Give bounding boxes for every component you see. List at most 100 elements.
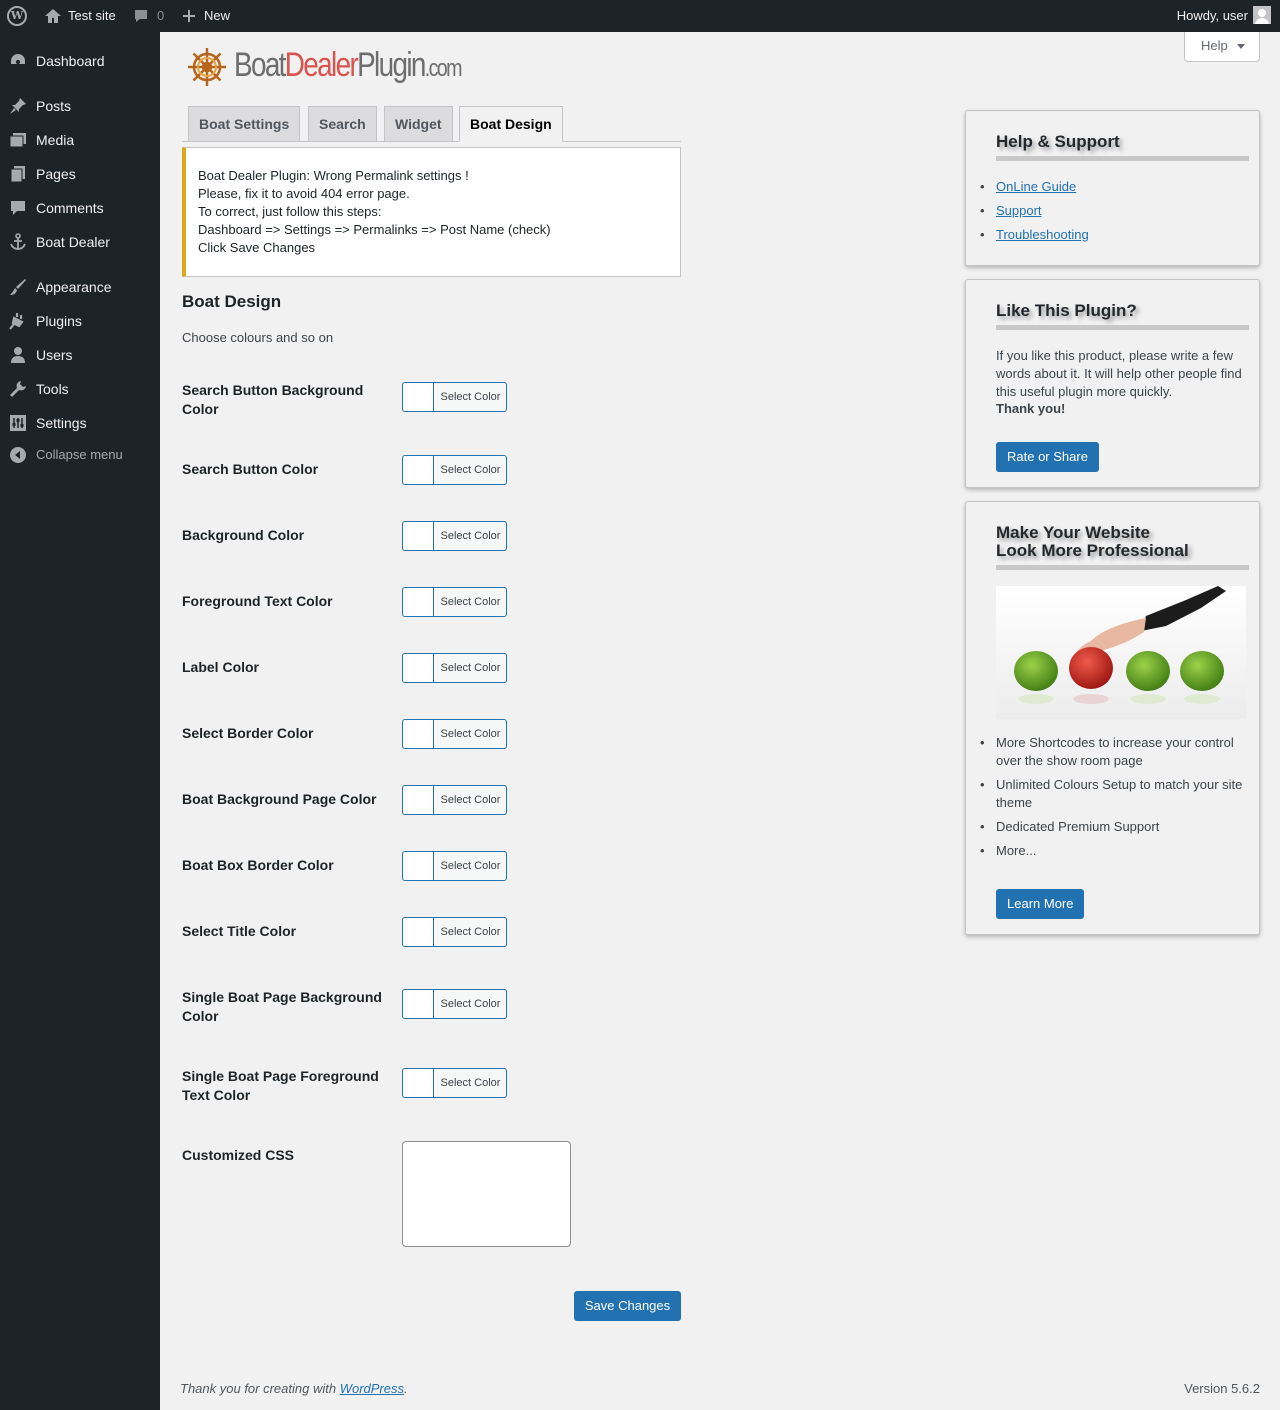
- media-icon: [9, 133, 26, 148]
- color-picker-button[interactable]: Select Color: [402, 382, 507, 412]
- troubleshooting-link[interactable]: Troubleshooting: [996, 227, 1089, 242]
- divider: [996, 565, 1249, 570]
- field-label: Single Boat Page Foreground Text Color: [182, 1068, 379, 1103]
- dashboard-icon: [11, 54, 25, 64]
- menu-item-boat-dealer[interactable]: Boat Dealer: [0, 225, 160, 259]
- color-swatch: [403, 522, 434, 550]
- menu-item-media[interactable]: Media: [0, 123, 160, 157]
- color-picker-button[interactable]: Select Color: [402, 587, 507, 617]
- wordpress-link[interactable]: WordPress: [340, 1381, 404, 1396]
- menu-item-tools[interactable]: Tools: [0, 372, 160, 406]
- color-picker-button[interactable]: Select Color: [402, 719, 507, 749]
- anchor-icon: [10, 233, 26, 250]
- footer-thanks: Thank you for creating with WordPress.: [180, 1381, 408, 1396]
- footer-version: Version 5.6.2: [1184, 1381, 1260, 1396]
- feature-item: More Shortcodes to increase your control…: [980, 734, 1251, 770]
- comment-icon: [11, 201, 25, 215]
- wordpress-logo-icon[interactable]: [7, 6, 27, 26]
- pro-upsell-box: Make Your Website Look More Professional …: [965, 501, 1260, 935]
- pro-title: Make Your Website Look More Professional: [996, 523, 1189, 560]
- color-picker-button[interactable]: Select Color: [402, 455, 507, 485]
- field-label: Foreground Text Color: [182, 593, 333, 609]
- menu-item-users[interactable]: Users: [0, 338, 160, 372]
- color-picker-button[interactable]: Select Color: [402, 1068, 507, 1098]
- wrench-icon: [10, 381, 26, 397]
- color-swatch: [403, 456, 434, 484]
- color-swatch: [403, 654, 434, 682]
- menu-item-pages[interactable]: Pages: [0, 157, 160, 191]
- nav-tabs: Boat Settings Search Widget Boat Design: [182, 106, 681, 142]
- admin-menu: Dashboard Posts Media Pages Comments Boa…: [0, 32, 160, 1410]
- color-swatch: [403, 588, 434, 616]
- customized-css-textarea[interactable]: [402, 1141, 571, 1247]
- boat-dealer-logo: BoatDealerPlugin.com: [186, 44, 496, 92]
- avatar[interactable]: [1253, 6, 1271, 24]
- menu-item-comments[interactable]: Comments: [0, 191, 160, 225]
- color-swatch: [403, 1069, 434, 1097]
- learn-more-button[interactable]: Learn More: [996, 889, 1085, 919]
- color-picker-button[interactable]: Select Color: [402, 521, 507, 551]
- field-label: Label Color: [182, 659, 260, 675]
- pages-icon: [10, 166, 25, 183]
- help-tab-button[interactable]: Help: [1184, 32, 1260, 62]
- tab-boat-design[interactable]: Boat Design: [459, 106, 563, 142]
- comment-count: 0: [157, 8, 165, 23]
- save-changes-button[interactable]: Save Changes: [574, 1291, 681, 1321]
- like-plugin-title: Like This Plugin?: [996, 301, 1137, 320]
- section-title: Boat Design: [182, 292, 282, 311]
- menu-item-settings[interactable]: Settings: [0, 406, 160, 440]
- pin-icon: [10, 98, 26, 114]
- feature-item: Dedicated Premium Support: [980, 818, 1251, 836]
- field-label: Select Title Color: [182, 923, 297, 939]
- color-swatch: [403, 720, 434, 748]
- color-picker-button[interactable]: Select Color: [402, 989, 507, 1019]
- color-swatch: [403, 918, 434, 946]
- tab-boat-settings[interactable]: Boat Settings: [188, 106, 301, 142]
- rate-or-share-button[interactable]: Rate or Share: [996, 442, 1099, 472]
- field-label: Boat Box Border Color: [182, 857, 334, 873]
- feature-item: Unlimited Colours Setup to match your si…: [980, 776, 1251, 812]
- color-swatch: [403, 786, 434, 814]
- permalink-warning-notice: Boat Dealer Plugin: Wrong Permalink sett…: [182, 147, 681, 277]
- color-picker-button[interactable]: Select Color: [402, 653, 507, 683]
- pro-features-list: More Shortcodes to increase your control…: [980, 734, 1251, 860]
- feature-item: More...: [980, 842, 1251, 860]
- thank-you-text: Thank you!: [996, 401, 1066, 416]
- color-swatch: [403, 990, 434, 1018]
- home-icon: [45, 9, 61, 23]
- field-label: Boat Background Page Color: [182, 791, 377, 807]
- comment-bubble-icon: [135, 10, 147, 22]
- field-label: Single Boat Page Background Color: [182, 989, 382, 1024]
- admin-bar: Test site 0 New Howdy, user: [0, 0, 1280, 32]
- color-swatch: [403, 383, 434, 411]
- support-link[interactable]: Support: [996, 203, 1042, 218]
- tab-widget[interactable]: Widget: [384, 106, 453, 142]
- field-label: Search Button Color: [182, 461, 319, 477]
- menu-item-appearance[interactable]: Appearance: [0, 270, 160, 304]
- menu-item-dashboard[interactable]: Dashboard: [0, 44, 160, 78]
- field-label: Search Button Background Color: [182, 382, 364, 417]
- field-label: Background Color: [182, 527, 305, 543]
- plus-icon: [183, 10, 195, 22]
- section-description: Choose colours and so on: [182, 330, 334, 345]
- color-swatch: [403, 852, 434, 880]
- ship-wheel-icon: [188, 48, 226, 86]
- color-picker-button[interactable]: Select Color: [402, 917, 507, 947]
- collapse-arrow-icon: [10, 447, 26, 463]
- color-picker-button[interactable]: Select Color: [402, 785, 507, 815]
- like-plugin-text: If you like this product, please write a…: [996, 348, 1242, 399]
- like-plugin-box: Like This Plugin? If you like this produ…: [965, 279, 1260, 488]
- divider: [996, 325, 1249, 330]
- menu-item-posts[interactable]: Posts: [0, 89, 160, 123]
- customized-css-label: Customized CSS: [182, 1147, 295, 1163]
- help-support-title: Help & Support: [996, 132, 1120, 151]
- field-label: Select Border Color: [182, 725, 314, 741]
- color-picker-button[interactable]: Select Color: [402, 851, 507, 881]
- online-guide-link[interactable]: OnLine Guide: [996, 179, 1076, 194]
- caret-down-icon: [1237, 44, 1245, 49]
- menu-item-plugins[interactable]: Plugins: [0, 304, 160, 338]
- help-links-list: OnLine Guide Support Troubleshooting: [980, 178, 1089, 244]
- collapse-menu-button[interactable]: Collapse menu: [0, 438, 160, 472]
- howdy-user[interactable]: Howdy, user: [1177, 0, 1248, 32]
- tab-search[interactable]: Search: [308, 106, 377, 142]
